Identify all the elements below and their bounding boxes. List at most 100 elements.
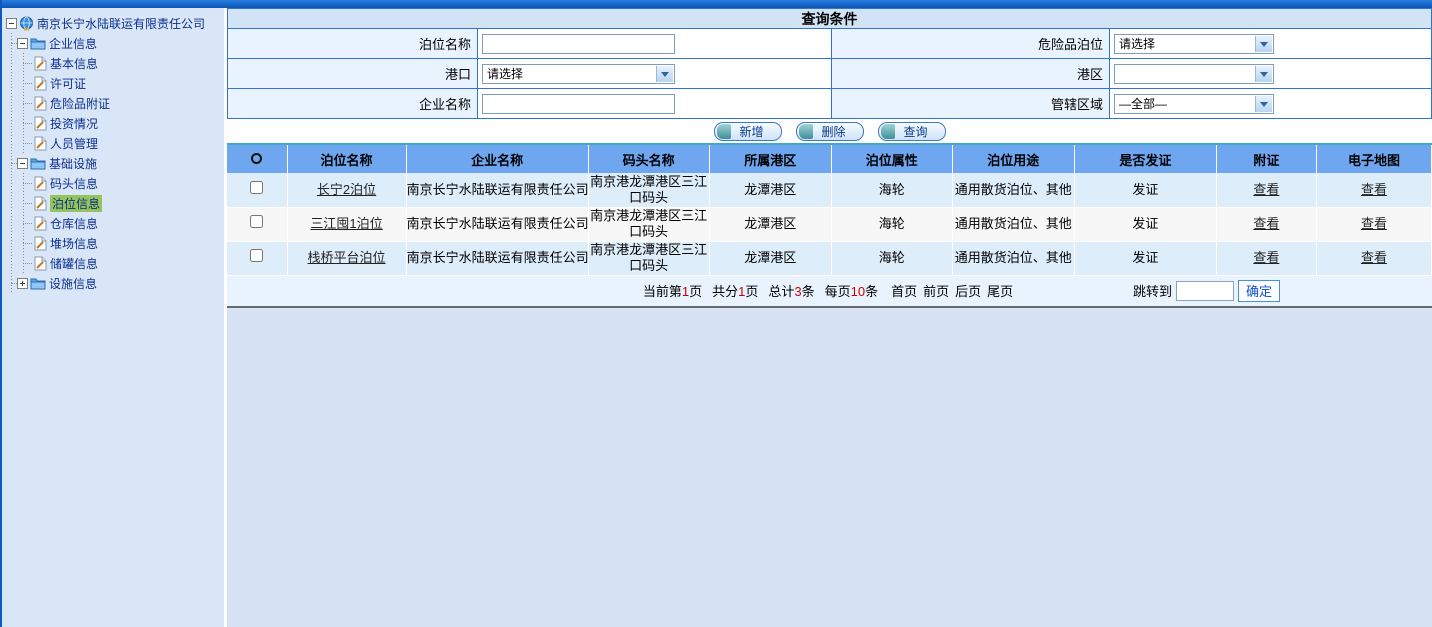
- table-row: 三江囤1泊位 南京长宁水陆联运有限责任公司 南京港龙潭港区三江口码头 龙潭港区 …: [227, 207, 1432, 241]
- tree-item-label[interactable]: 码头信息: [50, 175, 98, 192]
- berth-name-input[interactable]: [482, 34, 675, 54]
- row-select-checkbox[interactable]: [250, 249, 263, 262]
- attribute-cell: 海轮: [831, 173, 952, 207]
- confirm-button[interactable]: 确定: [1238, 280, 1280, 302]
- company-cell: 南京长宁水陆联运有限责任公司: [406, 207, 588, 241]
- region-select[interactable]: —全部—: [1114, 94, 1274, 114]
- results-table: 泊位名称 企业名称 码头名称 所属港区 泊位属性 泊位用途 是否发证 附证 电子…: [227, 143, 1432, 276]
- chevron-down-icon[interactable]: [656, 66, 673, 82]
- column-header: 是否发证: [1074, 144, 1216, 173]
- chevron-down-icon[interactable]: [1255, 36, 1272, 52]
- jump-page-input[interactable]: [1176, 281, 1234, 301]
- tree-item-label[interactable]: 储罐信息: [50, 255, 98, 272]
- tree-item-label[interactable]: 人员管理: [50, 135, 98, 152]
- tree-item-label[interactable]: 投资情况: [50, 115, 98, 132]
- tree-connector: [23, 243, 32, 244]
- prev-page-link[interactable]: 前页: [923, 281, 949, 300]
- tree-group-infrastructure[interactable]: 基础设施: [4, 153, 222, 173]
- collapse-icon[interactable]: [17, 38, 28, 49]
- tree-group-label[interactable]: 基础设施: [49, 155, 97, 172]
- tree-item-label-selected[interactable]: 泊位信息: [50, 195, 102, 212]
- dock-cell: 南京港龙潭港区三江口码头: [588, 207, 709, 241]
- column-header: 泊位属性: [831, 144, 952, 173]
- chevron-down-icon[interactable]: [1255, 66, 1272, 82]
- berth-link[interactable]: 三江囤1泊位: [310, 216, 382, 231]
- company-name-input[interactable]: [482, 94, 675, 114]
- tree-group-label[interactable]: 设施信息: [49, 275, 97, 292]
- usage-cell: 通用散货泊位、其他: [952, 207, 1074, 241]
- search-button[interactable]: 查询: [878, 122, 946, 141]
- issued-cell: 发证: [1074, 207, 1216, 241]
- tree-connector: [23, 103, 32, 104]
- row-select-checkbox[interactable]: [250, 181, 263, 194]
- tree-item-label[interactable]: 基本信息: [50, 55, 98, 72]
- tree-item-berth-info-selected[interactable]: 泊位信息: [4, 193, 222, 213]
- cert-view-link[interactable]: 查看: [1253, 182, 1279, 197]
- dangerous-berth-select[interactable]: 请选择: [1114, 34, 1274, 54]
- column-header: 所属港区: [709, 144, 831, 173]
- map-view-link[interactable]: 查看: [1361, 250, 1387, 265]
- map-view-link[interactable]: 查看: [1361, 216, 1387, 231]
- port-select[interactable]: 请选择: [482, 64, 675, 84]
- tree-item-label[interactable]: 仓库信息: [50, 215, 98, 232]
- table-row: 栈桥平台泊位 南京长宁水陆联运有限责任公司 南京港龙潭港区三江口码头 龙潭港区 …: [227, 241, 1432, 275]
- select-all-icon[interactable]: [251, 153, 262, 164]
- tree-root[interactable]: 南京长宁水陆联运有限责任公司: [4, 13, 222, 33]
- application-window: 南京长宁水陆联运有限责任公司 企业信息 基本信息: [0, 0, 1432, 627]
- tree-item-basic-info[interactable]: 基本信息: [4, 53, 222, 73]
- navigation-tree: 南京长宁水陆联运有限责任公司 企业信息 基本信息: [2, 8, 224, 627]
- last-page-link[interactable]: 尾页: [987, 281, 1013, 300]
- port-select-value: 请选择: [487, 67, 523, 81]
- collapse-icon[interactable]: [17, 158, 28, 169]
- tree-item-license[interactable]: 许可证: [4, 73, 222, 93]
- map-view-link[interactable]: 查看: [1361, 182, 1387, 197]
- tree-item-label[interactable]: 危险品附证: [50, 95, 110, 112]
- tree-item-dock-info[interactable]: 码头信息: [4, 173, 222, 193]
- berth-link[interactable]: 栈桥平台泊位: [308, 250, 386, 265]
- expand-icon[interactable]: [17, 278, 28, 289]
- tree-group-company-info[interactable]: 企业信息: [4, 33, 222, 53]
- page-icon: [34, 76, 47, 91]
- page-icon: [34, 236, 47, 251]
- chevron-down-icon[interactable]: [1255, 96, 1272, 112]
- tree-item-label[interactable]: 许可证: [50, 75, 86, 92]
- table-header-row: 泊位名称 企业名称 码头名称 所属港区 泊位属性 泊位用途 是否发证 附证 电子…: [227, 144, 1432, 173]
- next-page-link[interactable]: 后页: [955, 281, 981, 300]
- region-select-value: —全部—: [1119, 97, 1167, 111]
- query-form: 泊位名称 危险品泊位 请选择 港口 请选择: [227, 28, 1432, 119]
- page-icon: [34, 176, 47, 191]
- column-header: 泊位用途: [952, 144, 1074, 173]
- action-button-row: 新增 删除 查询: [227, 119, 1432, 143]
- pagination-bar: 当前第1页 共分1页 总计3条 每页10条 首页 前页 后页 尾页 跳转到 确定: [227, 276, 1432, 306]
- column-header: 电子地图: [1316, 144, 1431, 173]
- berth-name-label: 泊位名称: [228, 29, 478, 59]
- tree-item-warehouse-info[interactable]: 仓库信息: [4, 213, 222, 233]
- cert-view-link[interactable]: 查看: [1253, 216, 1279, 231]
- tree-connector: [23, 223, 32, 224]
- top-title-bar: [2, 0, 1432, 8]
- tree-group-label[interactable]: 企业信息: [49, 35, 97, 52]
- row-select-checkbox[interactable]: [250, 215, 263, 228]
- add-button[interactable]: 新增: [714, 122, 782, 141]
- jump-to-label: 跳转到: [1133, 281, 1172, 300]
- page-icon: [34, 116, 47, 131]
- tree-item-personnel[interactable]: 人员管理: [4, 133, 222, 153]
- first-page-link[interactable]: 首页: [891, 281, 917, 300]
- tree-item-dangerous-cert[interactable]: 危险品附证: [4, 93, 222, 113]
- column-header: 企业名称: [406, 144, 588, 173]
- company-cell: 南京长宁水陆联运有限责任公司: [406, 241, 588, 275]
- tree-item-yard-info[interactable]: 堆场信息: [4, 233, 222, 253]
- tree-item-label[interactable]: 堆场信息: [50, 235, 98, 252]
- tree-group-facility-info[interactable]: 设施信息: [4, 273, 222, 293]
- port-area-cell: 龙潭港区: [709, 207, 831, 241]
- collapse-icon[interactable]: [6, 18, 17, 29]
- cert-view-link[interactable]: 查看: [1253, 250, 1279, 265]
- berth-link[interactable]: 长宁2泊位: [317, 182, 376, 197]
- tree-item-tank-info[interactable]: 储罐信息: [4, 253, 222, 273]
- dangerous-berth-label: 危险品泊位: [832, 29, 1110, 59]
- tree-item-investment[interactable]: 投资情况: [4, 113, 222, 133]
- tree-root-label[interactable]: 南京长宁水陆联运有限责任公司: [37, 15, 205, 32]
- issued-cell: 发证: [1074, 173, 1216, 207]
- delete-button[interactable]: 删除: [796, 122, 864, 141]
- port-area-select[interactable]: [1114, 64, 1274, 84]
